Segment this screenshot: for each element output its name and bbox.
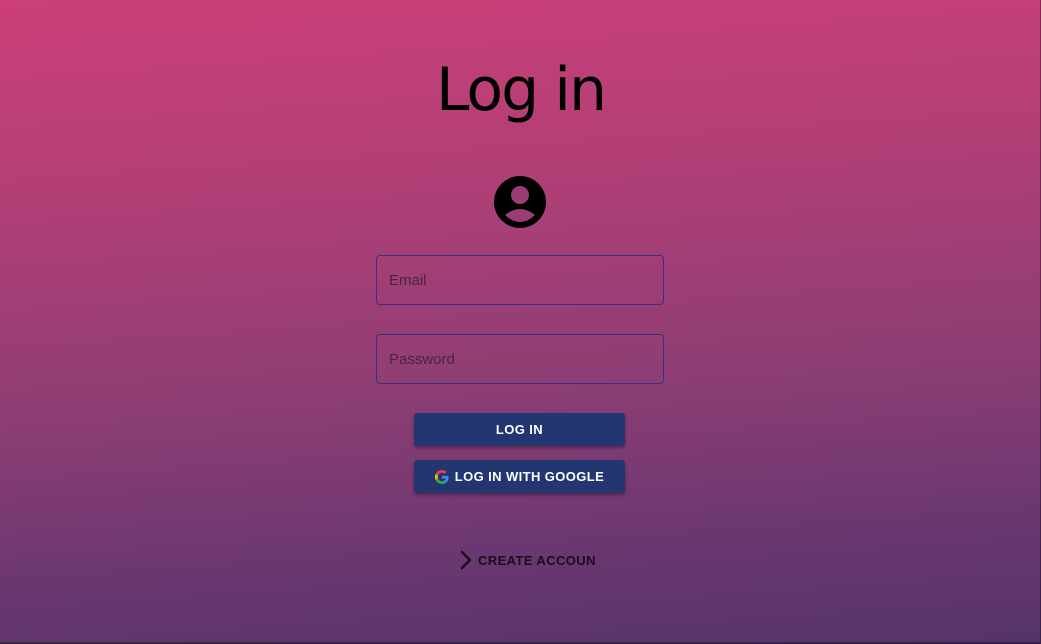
- account-circle-icon: [494, 176, 546, 228]
- create-account-button[interactable]: CREATE ACCOUN: [458, 548, 596, 572]
- page-title: Log in: [436, 55, 607, 125]
- login-button[interactable]: LOG IN: [414, 413, 625, 446]
- email-field[interactable]: [376, 255, 664, 305]
- login-with-google-label: LOG IN WITH GOOGLE: [454, 469, 605, 484]
- login-with-google-button[interactable]: LOG IN WITH GOOGLE: [414, 460, 625, 493]
- password-field[interactable]: [376, 334, 664, 384]
- login-button-label: LOG IN: [495, 422, 544, 437]
- google-g-icon: [434, 469, 449, 484]
- chevron-right-icon: [460, 550, 472, 570]
- create-account-label: CREATE ACCOUN: [478, 552, 596, 568]
